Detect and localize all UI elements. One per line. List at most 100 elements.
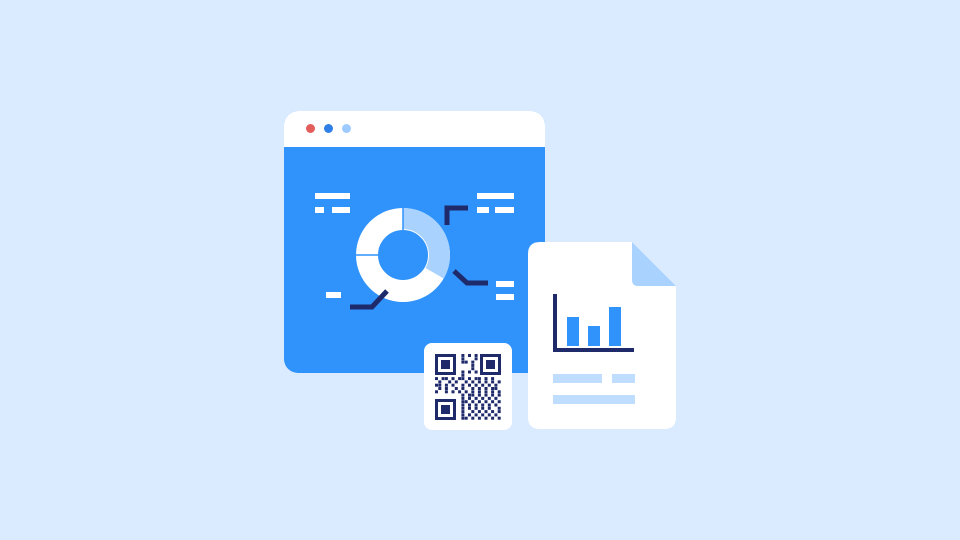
- qr-module: [474, 406, 478, 410]
- qr-module: [494, 387, 498, 390]
- qr-module: [468, 393, 471, 397]
- qr-module: [464, 400, 468, 404]
- qr-module: [497, 406, 501, 410]
- qr-module: [487, 383, 491, 387]
- report-document: [528, 242, 676, 429]
- chart-x-axis: [553, 348, 634, 352]
- callout-bottom-right: [452, 269, 488, 286]
- qr-module: [491, 380, 495, 384]
- browser-title-bar: [284, 111, 545, 147]
- browser-window: [284, 111, 545, 373]
- qr-module: [461, 357, 465, 361]
- qr-module: [484, 377, 488, 381]
- legend-line: [315, 207, 324, 213]
- qr-module: [477, 380, 481, 384]
- qr-module: [481, 383, 485, 387]
- qr-module: [491, 387, 495, 390]
- qr-module: [481, 406, 485, 410]
- qr-module: [497, 410, 501, 414]
- legend-line: [495, 207, 514, 213]
- legend-lines-right-top: [477, 193, 514, 213]
- qr-module: [477, 377, 481, 381]
- qr-module: [461, 377, 465, 381]
- donut-chart-illustration: [315, 193, 514, 310]
- qr-module: [484, 380, 488, 384]
- qr-module: [491, 400, 495, 404]
- qr-module: [471, 387, 475, 390]
- qr-module: [468, 403, 471, 407]
- qr-module: [484, 393, 488, 397]
- legend-lines-left: [315, 193, 350, 213]
- donut-chart: [356, 207, 450, 302]
- legend-lines-right-bottom: [496, 281, 514, 300]
- qr-module: [484, 400, 488, 404]
- legend-line: [332, 207, 350, 213]
- qr-module: [451, 390, 455, 394]
- qr-module: [494, 403, 498, 407]
- qr-module: [461, 354, 465, 357]
- qr-module: [497, 390, 501, 394]
- chart-y-axis: [553, 294, 557, 352]
- qr-module: [471, 380, 475, 384]
- qr-module: [464, 360, 468, 364]
- qr-module: [454, 387, 458, 390]
- window-dot-blue-icon: [324, 124, 333, 133]
- qr-module: [468, 377, 471, 381]
- qr-module: [461, 396, 465, 400]
- qr-module: [474, 377, 478, 381]
- callout-top-right: [444, 205, 468, 225]
- qr-module: [487, 403, 491, 407]
- legend-line: [496, 294, 514, 300]
- qr-module: [444, 377, 448, 381]
- qr-module: [494, 383, 498, 387]
- qr-module: [451, 383, 455, 387]
- qr-module: [491, 390, 495, 394]
- chart-bar: [567, 317, 579, 346]
- window-dot-red-icon: [306, 124, 315, 133]
- qr-module: [461, 370, 465, 374]
- qr-module: [468, 406, 471, 410]
- legend-line: [496, 281, 514, 287]
- qr-module: [471, 393, 475, 397]
- qr-module: [474, 354, 478, 357]
- qr-module: [468, 370, 471, 374]
- qr-module: [458, 377, 462, 381]
- qr-module: [468, 413, 471, 417]
- legend-line: [477, 207, 489, 213]
- qr-module: [481, 396, 485, 400]
- legend-line: [326, 292, 341, 298]
- qr-module: [491, 410, 495, 414]
- qr-module: [464, 416, 468, 420]
- qr-module: [444, 383, 448, 387]
- qr-module: [497, 380, 501, 384]
- qr-module: [477, 400, 481, 404]
- qr-module: [444, 390, 448, 394]
- qr-module: [474, 370, 478, 374]
- qr-module: [461, 393, 465, 397]
- qr-module: [471, 400, 475, 404]
- qr-code-card: [424, 343, 512, 430]
- qr-module: [461, 416, 465, 420]
- qr-module: [494, 396, 498, 400]
- qr-module: [464, 390, 468, 394]
- qr-module: [468, 354, 471, 357]
- qr-module: [471, 416, 475, 420]
- qr-module: [484, 416, 488, 420]
- text-line: [553, 374, 602, 383]
- chart-bar: [609, 307, 621, 346]
- qr-module: [487, 406, 491, 410]
- qr-module: [461, 387, 465, 390]
- qr-module: [491, 416, 495, 420]
- qr-module: [461, 360, 465, 364]
- qr-module: [444, 387, 448, 390]
- text-line: [612, 374, 635, 383]
- qr-module: [487, 396, 491, 400]
- qr-module: [471, 363, 475, 367]
- qr-module: [477, 416, 481, 420]
- qr-module: [474, 357, 478, 361]
- qr-module: [491, 377, 495, 381]
- qr-module: [461, 410, 465, 414]
- qr-module: [471, 367, 475, 371]
- qr-module: [461, 403, 465, 407]
- qr-module: [438, 380, 442, 384]
